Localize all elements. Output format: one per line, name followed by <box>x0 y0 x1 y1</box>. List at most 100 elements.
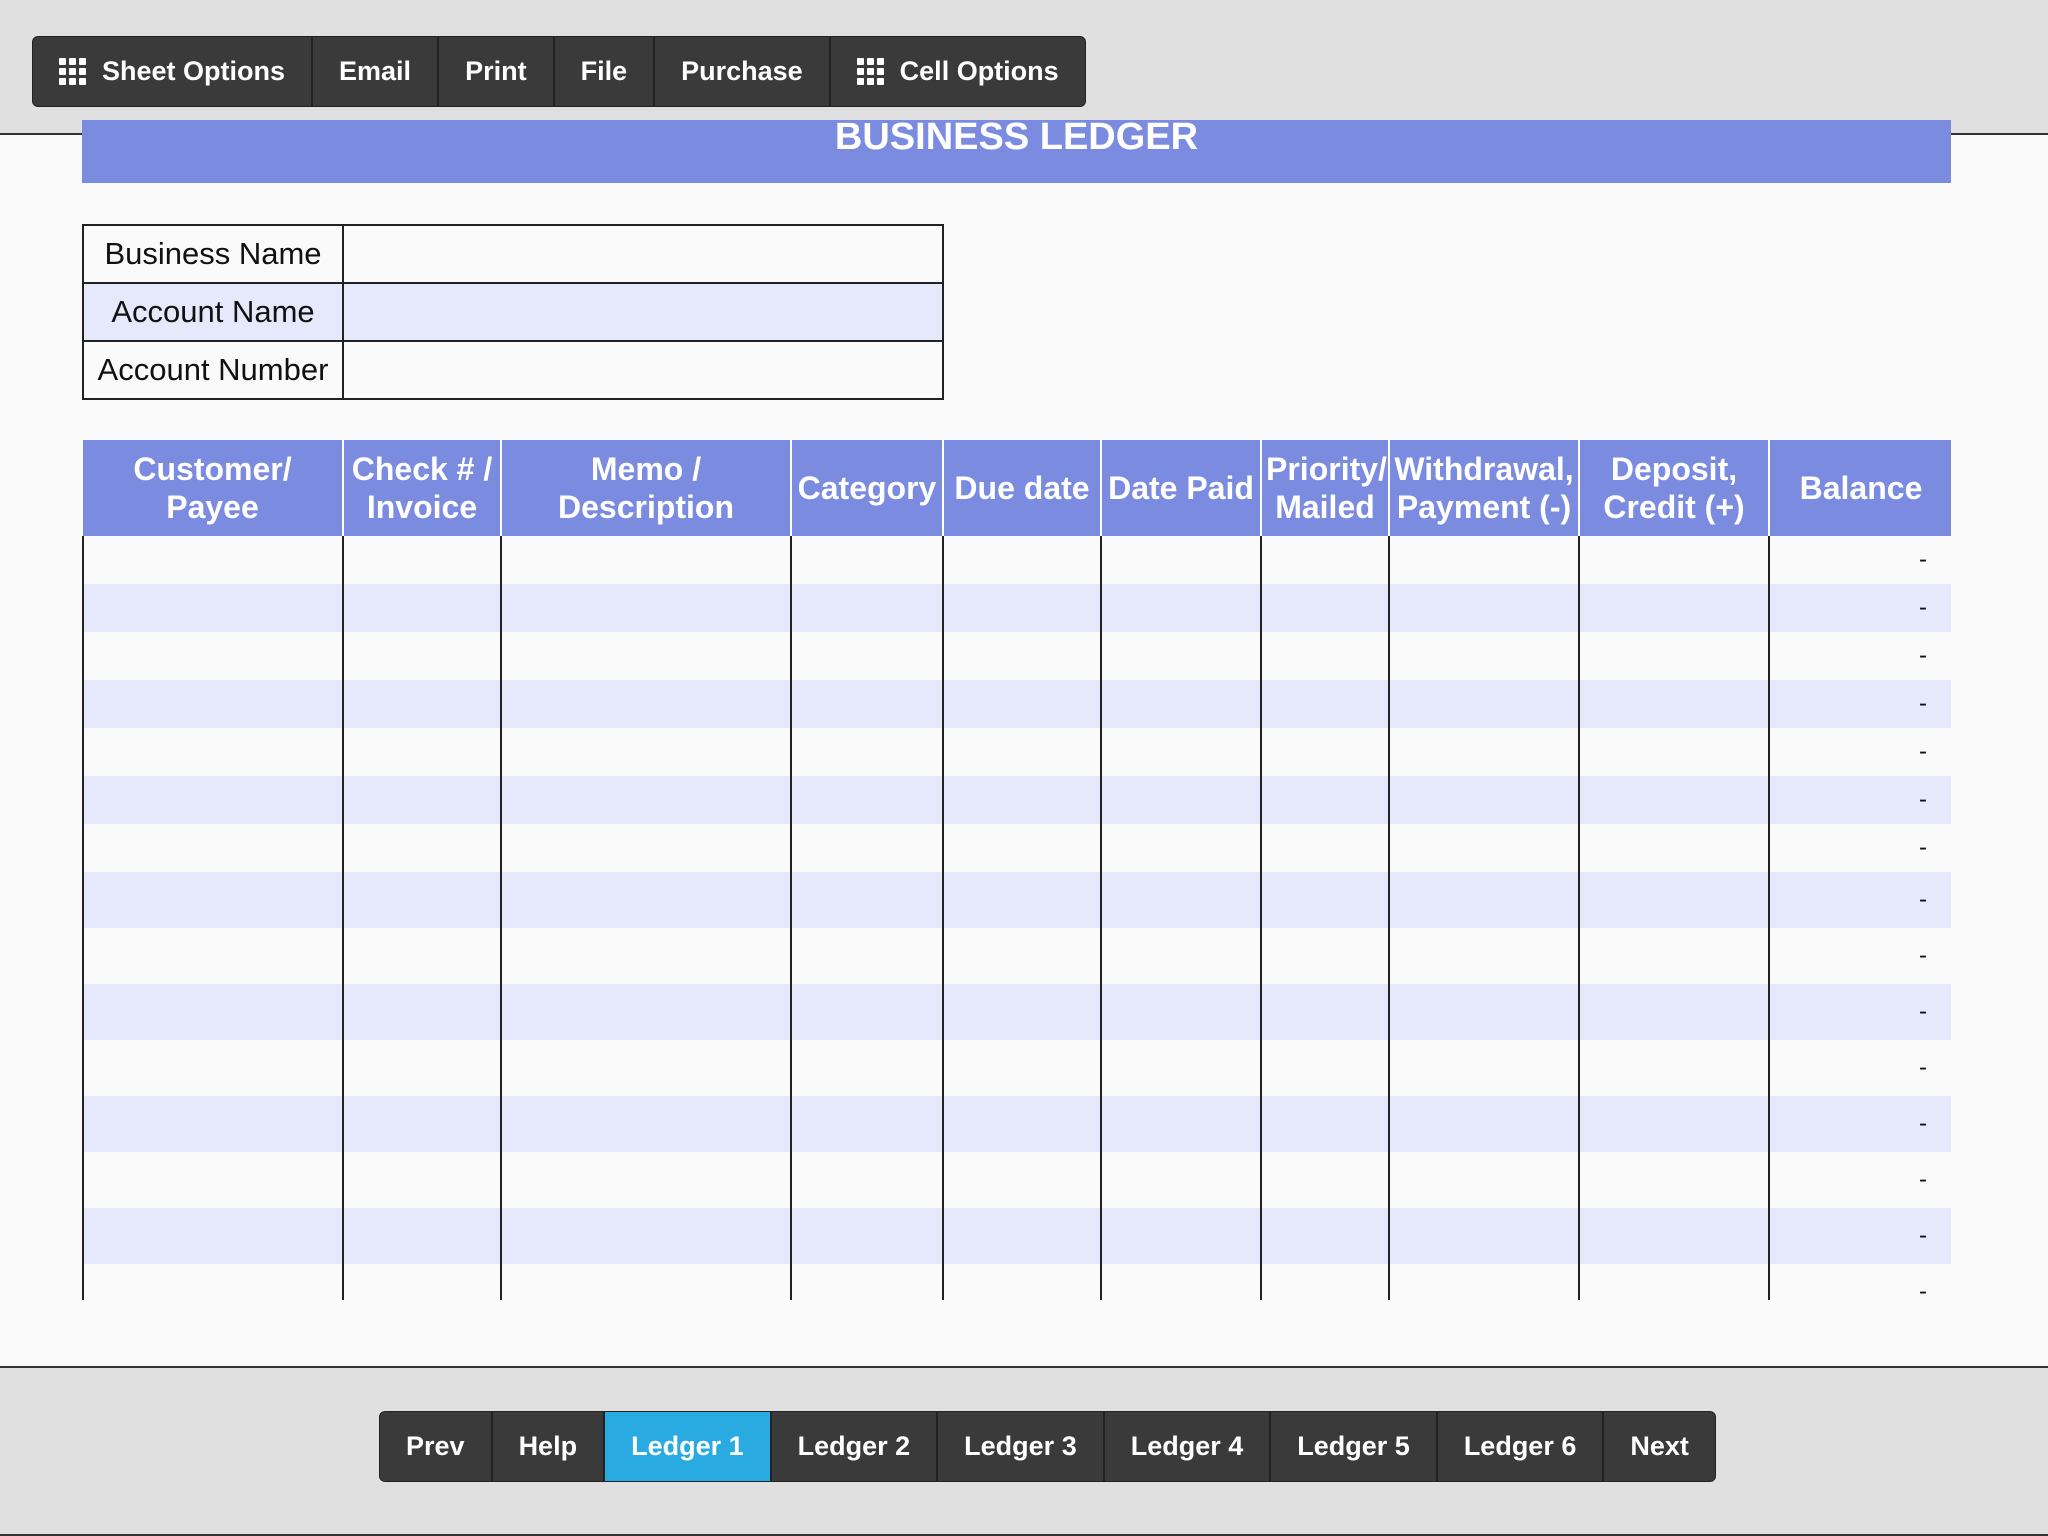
ledger-cell[interactable] <box>82 632 343 680</box>
ledger-cell[interactable] <box>500 928 791 984</box>
balance-cell[interactable]: - <box>1768 776 1951 824</box>
email-button[interactable]: Email <box>313 37 440 106</box>
ledger-cell[interactable] <box>342 928 501 984</box>
ledger-cell[interactable] <box>1100 536 1261 584</box>
ledger-cell[interactable] <box>1578 1264 1769 1300</box>
ledger-cell[interactable] <box>942 984 1101 1040</box>
ledger-cell[interactable] <box>1100 680 1261 728</box>
ledger-cell[interactable] <box>942 1040 1101 1096</box>
ledger-cell[interactable] <box>790 1152 943 1208</box>
ledger-cell[interactable] <box>942 536 1101 584</box>
tab-ledger-4[interactable]: Ledger 4 <box>1104 1412 1272 1481</box>
ledger-cell[interactable] <box>82 776 343 824</box>
ledger-cell[interactable] <box>1388 776 1579 824</box>
ledger-cell[interactable] <box>1578 824 1769 872</box>
ledger-cell[interactable] <box>1578 1040 1769 1096</box>
ledger-cell[interactable] <box>942 1152 1101 1208</box>
ledger-cell[interactable] <box>1388 680 1579 728</box>
ledger-cell[interactable] <box>1260 1208 1389 1264</box>
ledger-cell[interactable] <box>1578 680 1769 728</box>
ledger-cell[interactable] <box>790 1096 943 1152</box>
ledger-cell[interactable] <box>500 824 791 872</box>
ledger-cell[interactable] <box>790 584 943 632</box>
ledger-cell[interactable] <box>1578 984 1769 1040</box>
ledger-cell[interactable] <box>1260 584 1389 632</box>
ledger-cell[interactable] <box>942 824 1101 872</box>
ledger-cell[interactable] <box>790 536 943 584</box>
ledger-cell[interactable] <box>1260 632 1389 680</box>
ledger-cell[interactable] <box>82 928 343 984</box>
ledger-cell[interactable] <box>342 1152 501 1208</box>
ledger-cell[interactable] <box>342 872 501 928</box>
ledger-cell[interactable] <box>82 824 343 872</box>
ledger-cell[interactable] <box>82 1096 343 1152</box>
ledger-cell[interactable] <box>942 680 1101 728</box>
ledger-cell[interactable] <box>1100 928 1261 984</box>
ledger-cell[interactable] <box>942 1208 1101 1264</box>
tab-ledger-3[interactable]: Ledger 3 <box>938 1412 1105 1481</box>
ledger-cell[interactable] <box>500 536 791 584</box>
ledger-cell[interactable] <box>342 1040 501 1096</box>
ledger-cell[interactable] <box>500 1264 791 1300</box>
ledger-cell[interactable] <box>1260 728 1389 776</box>
ledger-cell[interactable] <box>1260 1264 1389 1300</box>
balance-cell[interactable]: - <box>1768 824 1951 872</box>
ledger-cell[interactable] <box>1100 872 1261 928</box>
ledger-cell[interactable] <box>82 1152 343 1208</box>
ledger-cell[interactable] <box>82 872 343 928</box>
ledger-cell[interactable] <box>1388 1152 1579 1208</box>
balance-cell[interactable]: - <box>1768 1208 1951 1264</box>
tab-ledger-5[interactable]: Ledger 5 <box>1271 1412 1438 1481</box>
ledger-cell[interactable] <box>82 680 343 728</box>
ledger-cell[interactable] <box>500 1152 791 1208</box>
column-header-payee[interactable]: Customer/Payee <box>83 440 343 536</box>
ledger-cell[interactable] <box>1388 728 1579 776</box>
ledger-cell[interactable] <box>342 680 501 728</box>
column-header-date-paid[interactable]: Date Paid <box>1100 440 1261 536</box>
ledger-cell[interactable] <box>1388 1264 1579 1300</box>
tab-ledger-6[interactable]: Ledger 6 <box>1437 1412 1605 1481</box>
ledger-cell[interactable] <box>1388 536 1579 584</box>
ledger-cell[interactable] <box>790 928 943 984</box>
ledger-cell[interactable] <box>1100 1208 1261 1264</box>
balance-cell[interactable]: - <box>1768 680 1951 728</box>
ledger-cell[interactable] <box>942 1096 1101 1152</box>
ledger-cell[interactable] <box>342 536 501 584</box>
ledger-cell[interactable] <box>1260 680 1389 728</box>
ledger-cell[interactable] <box>1260 776 1389 824</box>
ledger-cell[interactable] <box>500 1040 791 1096</box>
ledger-cell[interactable] <box>1578 536 1769 584</box>
ledger-cell[interactable] <box>1260 928 1389 984</box>
ledger-cell[interactable] <box>790 776 943 824</box>
ledger-cell[interactable] <box>1100 584 1261 632</box>
ledger-cell[interactable] <box>1260 1040 1389 1096</box>
column-header-check[interactable]: Check # / Invoice <box>342 440 501 536</box>
ledger-cell[interactable] <box>790 824 943 872</box>
file-button[interactable]: File <box>554 37 656 106</box>
ledger-cell[interactable] <box>1100 1040 1261 1096</box>
ledger-cell[interactable] <box>82 536 343 584</box>
ledger-cell[interactable] <box>942 928 1101 984</box>
ledger-cell[interactable] <box>1388 584 1579 632</box>
ledger-cell[interactable] <box>1388 824 1579 872</box>
ledger-cell[interactable] <box>1388 1040 1579 1096</box>
purchase-button[interactable]: Purchase <box>655 37 831 106</box>
ledger-cell[interactable] <box>82 1208 343 1264</box>
column-header-due-date[interactable]: Due date <box>942 440 1101 536</box>
ledger-cell[interactable] <box>1260 824 1389 872</box>
ledger-cell[interactable] <box>1578 584 1769 632</box>
ledger-cell[interactable] <box>342 1264 501 1300</box>
ledger-cell[interactable] <box>342 776 501 824</box>
ledger-cell[interactable] <box>942 632 1101 680</box>
help-button[interactable]: Help <box>492 1412 606 1481</box>
ledger-cell[interactable] <box>1578 1208 1769 1264</box>
ledger-cell[interactable] <box>790 728 943 776</box>
balance-cell[interactable]: - <box>1768 536 1951 584</box>
column-header-withdrawal[interactable]: Withdrawal, Payment (-) <box>1388 440 1579 536</box>
ledger-cell[interactable] <box>1578 928 1769 984</box>
ledger-cell[interactable] <box>82 584 343 632</box>
ledger-cell[interactable] <box>342 1096 501 1152</box>
ledger-cell[interactable] <box>500 584 791 632</box>
balance-cell[interactable]: - <box>1768 1264 1951 1300</box>
ledger-cell[interactable] <box>942 584 1101 632</box>
